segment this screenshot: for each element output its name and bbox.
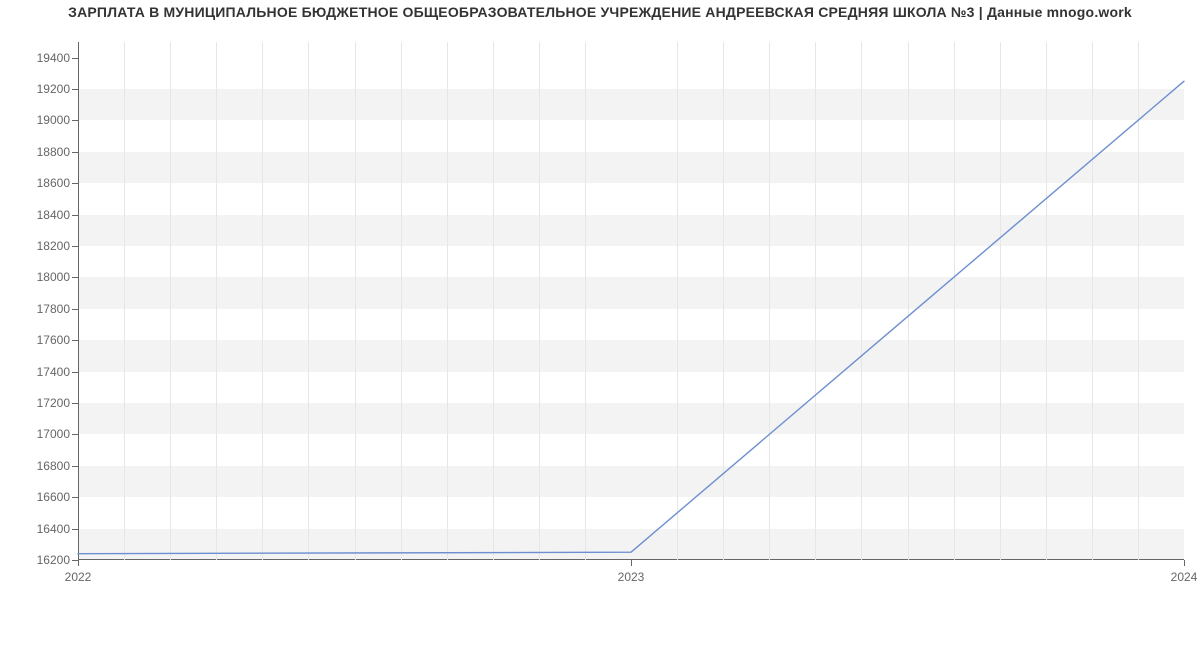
y-tick-label: 17200 [30,396,70,410]
x-tick-mark [1184,560,1185,566]
y-tick-mark [72,466,78,467]
y-tick-label: 19000 [30,113,70,127]
y-tick-mark [72,277,78,278]
y-tick-label: 17800 [30,302,70,316]
y-tick-mark [72,309,78,310]
y-tick-label: 18200 [30,239,70,253]
y-tick-label: 16600 [30,490,70,504]
y-tick-mark [72,372,78,373]
y-tick-label: 16400 [30,522,70,536]
y-tick-label: 18600 [30,176,70,190]
y-tick-mark [72,529,78,530]
x-tick-label: 2023 [618,570,645,584]
y-tick-mark [72,434,78,435]
y-tick-mark [72,183,78,184]
chart-title: ЗАРПЛАТА В МУНИЦИПАЛЬНОЕ БЮДЖЕТНОЕ ОБЩЕО… [0,4,1200,20]
salary-line-chart: ЗАРПЛАТА В МУНИЦИПАЛЬНОЕ БЮДЖЕТНОЕ ОБЩЕО… [0,0,1200,650]
data-line [78,42,1184,560]
y-tick-mark [72,152,78,153]
y-tick-label: 17000 [30,427,70,441]
y-tick-label: 17400 [30,365,70,379]
y-tick-mark [72,215,78,216]
y-tick-label: 18400 [30,208,70,222]
y-tick-mark [72,246,78,247]
y-tick-mark [72,497,78,498]
y-tick-label: 19200 [30,82,70,96]
y-tick-label: 18800 [30,145,70,159]
y-tick-mark [72,89,78,90]
y-tick-mark [72,403,78,404]
x-tick-mark [78,560,79,566]
x-tick-label: 2022 [65,570,92,584]
y-tick-label: 16200 [30,553,70,567]
x-tick-mark [631,560,632,566]
plot-area: 1620016400166001680017000172001740017600… [78,42,1184,560]
y-tick-label: 16800 [30,459,70,473]
y-tick-label: 18000 [30,270,70,284]
y-tick-label: 17600 [30,333,70,347]
y-tick-mark [72,340,78,341]
y-tick-label: 19400 [30,51,70,65]
x-tick-label: 2024 [1171,570,1198,584]
y-tick-mark [72,120,78,121]
y-tick-mark [72,58,78,59]
